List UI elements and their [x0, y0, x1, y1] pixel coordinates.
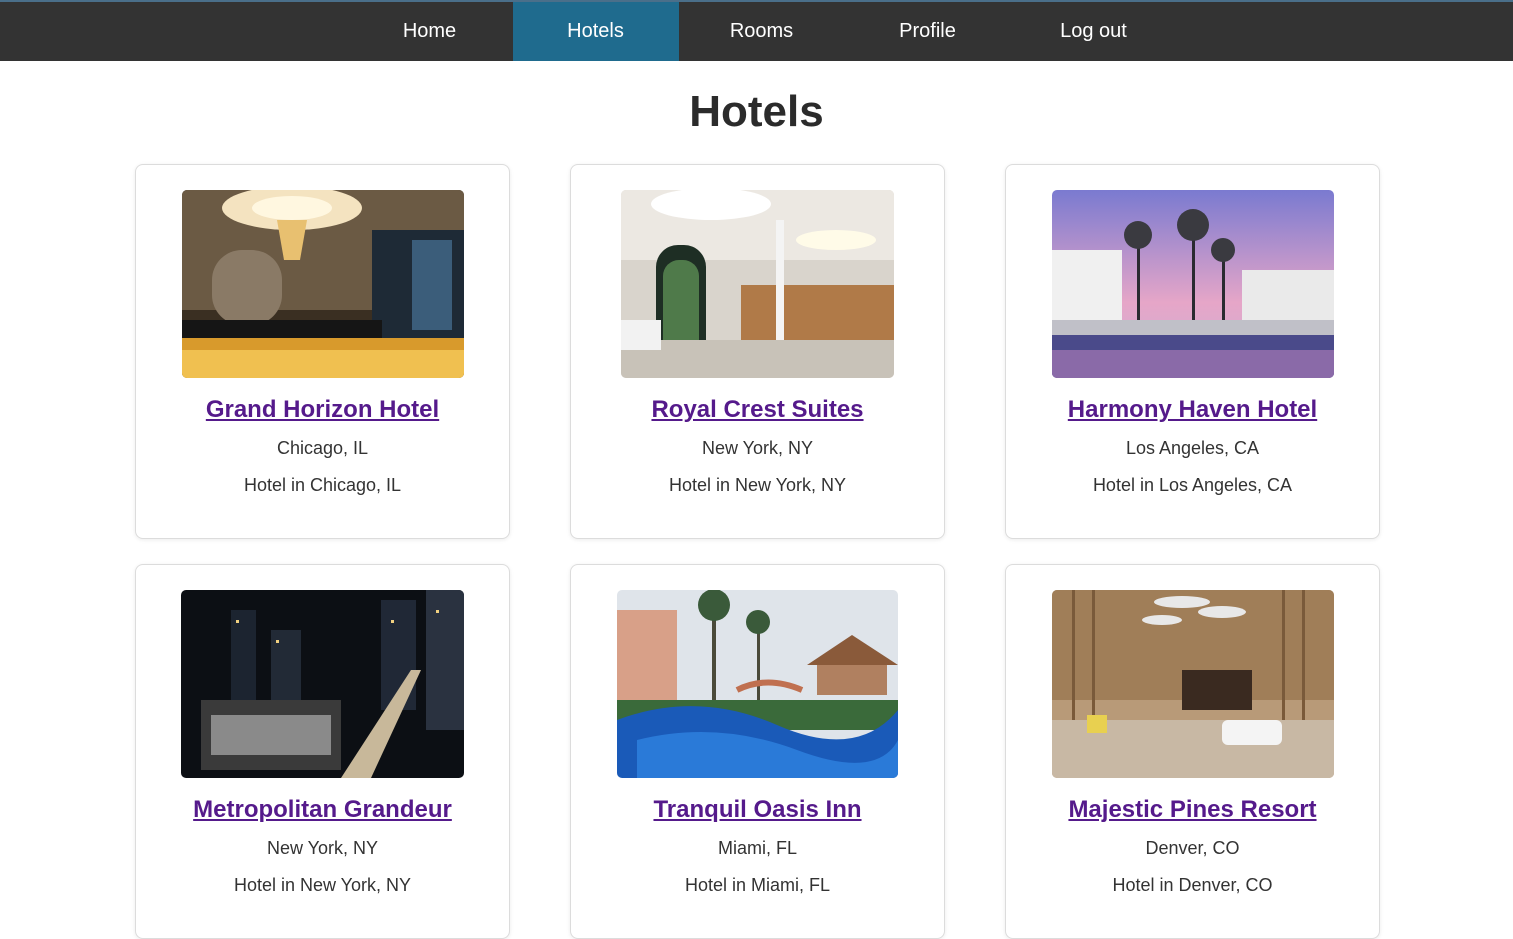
hotel-location: Miami, FL [717, 838, 797, 858]
hotel-description: Hotel in Los Angeles, CA [1092, 475, 1293, 495]
hotel-location: New York, NY [701, 438, 814, 458]
hotel-card: Majestic Pines Resort Denver, CO Hotel i… [1005, 564, 1380, 939]
hotel-name-link[interactable]: Majestic Pines Resort [1068, 796, 1316, 824]
hotel-description: Hotel in Chicago, IL [243, 475, 402, 495]
hotel-location: Chicago, IL [276, 438, 369, 458]
hotel-image [1051, 590, 1334, 778]
hotel-location: Los Angeles, CA [1125, 438, 1260, 458]
hotel-location: Denver, CO [1145, 838, 1240, 858]
hotel-description: Hotel in New York, NY [233, 875, 412, 895]
hotel-description: Hotel in Denver, CO [1112, 875, 1273, 895]
nav-logout-link[interactable]: Log out [1011, 2, 1177, 61]
hotel-name-link[interactable]: Metropolitan Grandeur [193, 796, 452, 824]
nav-profile-link[interactable]: Profile [845, 2, 1011, 61]
hotel-location: New York, NY [266, 838, 379, 858]
hotel-name-link[interactable]: Harmony Haven Hotel [1068, 396, 1317, 424]
hotel-card: Tranquil Oasis Inn Miami, FL Hotel in Mi… [570, 564, 945, 939]
hotel-card: Metropolitan Grandeur New York, NY Hotel… [135, 564, 510, 939]
nav-home-link[interactable]: Home [347, 2, 513, 61]
hotel-card: Harmony Haven Hotel Los Angeles, CA Hote… [1005, 164, 1380, 539]
nav-rooms-link[interactable]: Rooms [679, 2, 845, 61]
nav-menu: Home Hotels Rooms Profile Log out [347, 2, 1177, 61]
nav-hotels-link[interactable]: Hotels [512, 2, 679, 61]
hotel-image [1051, 190, 1334, 378]
top-navigation-bar: Home Hotels Rooms Profile Log out [0, 0, 1513, 61]
hotel-card: Royal Crest Suites New York, NY Hotel in… [570, 164, 945, 539]
hotel-image [181, 190, 464, 378]
hotel-card: Grand Horizon Hotel Chicago, IL Hotel in… [135, 164, 510, 539]
hotel-name-link[interactable]: Tranquil Oasis Inn [653, 796, 861, 824]
hotel-grid: Grand Horizon Hotel Chicago, IL Hotel in… [0, 164, 1513, 939]
hotel-image [617, 590, 898, 778]
hotel-description: Hotel in New York, NY [668, 475, 847, 495]
hotel-name-link[interactable]: Royal Crest Suites [651, 396, 863, 424]
page-title: Hotels [689, 87, 824, 136]
hotel-name-link[interactable]: Grand Horizon Hotel [206, 396, 439, 424]
hotel-description: Hotel in Miami, FL [684, 875, 831, 895]
hotel-image [621, 190, 894, 378]
hotel-image [181, 590, 464, 778]
